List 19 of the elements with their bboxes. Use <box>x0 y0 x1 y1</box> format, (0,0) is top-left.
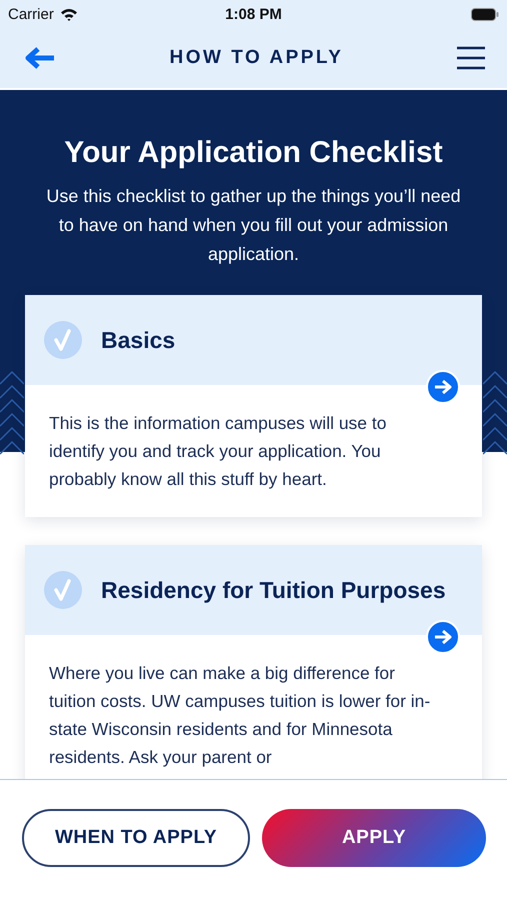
checklist-heading: Your Application Checklist <box>64 136 443 170</box>
card-title: Residency for Tuition Purposes <box>101 576 446 604</box>
menu-icon <box>457 46 485 70</box>
battery-icon <box>471 8 500 20</box>
menu-button[interactable] <box>457 46 485 70</box>
back-button[interactable] <box>24 46 56 70</box>
wifi-icon <box>60 8 78 20</box>
apply-button[interactable]: APPLY <box>262 809 486 867</box>
secondary-button[interactable]: WHEN TO APPLY <box>22 809 250 867</box>
status-time: 1:08 PM <box>225 6 282 22</box>
card-description: This is the information campuses will use to identify you and track your application. You probably know all this stuff by heart. <box>49 412 388 491</box>
arrow-right-icon <box>433 629 453 645</box>
back-arrow-icon <box>24 46 56 70</box>
card-description: Where you live can make a big difference for tuition costs. UW campuses tuition is lower for in-state Wisconsin residents and for Minnesota residents. Ask your parent or <box>49 662 432 769</box>
card-title: Basics <box>101 326 176 354</box>
checklist-description: Use this checklist to gather up the things you’ll need to have on hand when you fill out your admission application. <box>45 185 462 266</box>
page-title: HOW TO APPLY <box>170 47 344 69</box>
arrow-right-icon <box>433 379 453 395</box>
carrier-label: Carrier <box>8 6 54 22</box>
